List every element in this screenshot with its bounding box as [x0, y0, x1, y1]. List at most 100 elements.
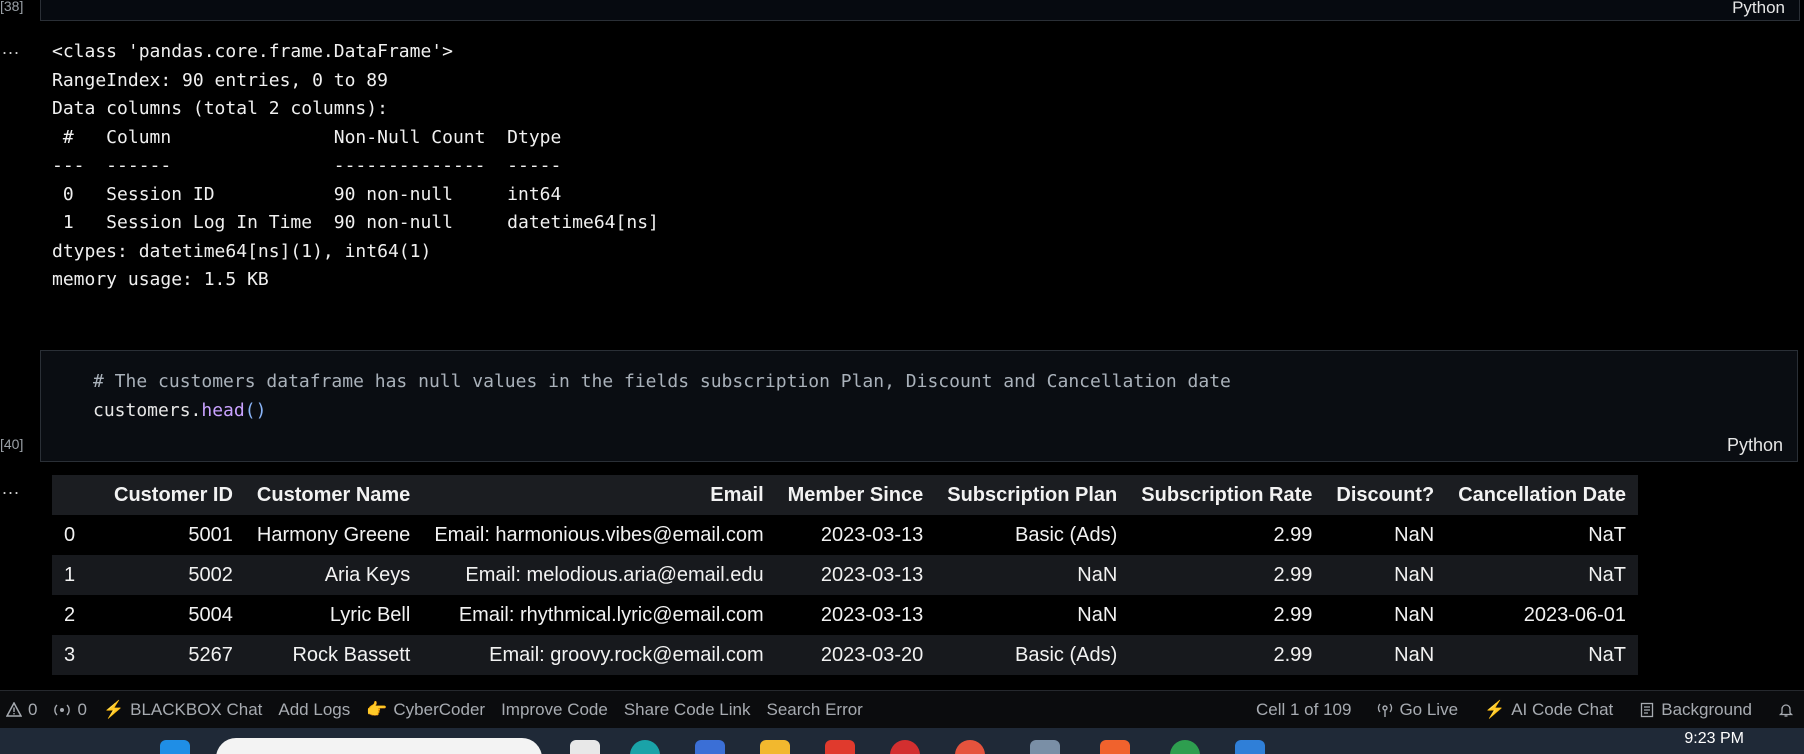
- status-bar-right: Cell 1 of 109 Go Live ⚡ AI Code Chat Bac…: [1230, 700, 1804, 720]
- column-header: [52, 475, 102, 515]
- table-cell: 2.99: [1273, 603, 1313, 626]
- column-header: Subscription Plan: [947, 483, 1118, 506]
- bolt-icon: ⚡: [1484, 700, 1506, 719]
- table-cell: Lyric Bell: [329, 603, 411, 626]
- ai-code-chat-button[interactable]: ⚡ AI Code Chat: [1484, 700, 1613, 720]
- info-output: <class 'pandas.core.frame.DataFrame'> Ra…: [52, 41, 659, 290]
- bell-icon: [1778, 704, 1794, 717]
- app-icon[interactable]: [1030, 740, 1060, 754]
- taskbar: 9:23 PM: [0, 728, 1804, 754]
- output-more-icon[interactable]: ...: [2, 38, 20, 59]
- column-header: Customer Name: [256, 483, 411, 506]
- table-cell: Email: melodious.aria@email.edu: [465, 563, 764, 586]
- output-more-icon[interactable]: ...: [2, 478, 20, 499]
- app-icon[interactable]: [1170, 740, 1200, 754]
- table-cell: NaT: [1588, 523, 1627, 546]
- table-cell: 2.99: [1273, 523, 1313, 546]
- cell-position-indicator[interactable]: Cell 1 of 109: [1256, 700, 1351, 720]
- table-cell: 1: [64, 563, 76, 586]
- table-cell: 2.99: [1273, 563, 1313, 586]
- table-row: 2 5004 Lyric Bell Email: rhythmical.lyri…: [52, 595, 1638, 635]
- table-cell: Email: rhythmical.lyric@email.com: [458, 603, 764, 626]
- table-cell: NaN: [1394, 643, 1435, 666]
- table-cell: 2023-03-13: [820, 563, 924, 586]
- table-cell: 3: [64, 643, 76, 666]
- blackbox-chat-button[interactable]: ⚡ BLACKBOX Chat: [103, 700, 262, 720]
- table-cell: Rock Bassett: [292, 643, 411, 666]
- background-button[interactable]: Background: [1639, 700, 1752, 720]
- windows-start-icon[interactable]: [160, 740, 190, 754]
- table-row: 3 5267 Rock Bassett Email: groovy.rock@e…: [52, 635, 1639, 675]
- table-cell: 5001: [188, 523, 233, 546]
- broadcast-icon: [54, 704, 71, 716]
- bolt-icon: ⚡: [102, 700, 125, 719]
- search-error-button[interactable]: Search Error: [766, 700, 862, 720]
- cybercoder-button[interactable]: 👉 CyberCoder: [366, 700, 485, 720]
- pointing-hand-icon: 👉: [366, 700, 388, 719]
- table-row: 1 5002 Aria Keys Email: melodious.aria@e…: [52, 555, 1639, 595]
- app-icon[interactable]: [1100, 740, 1130, 754]
- table-cell: 2.99: [1273, 643, 1313, 666]
- column-header: Email: [710, 483, 764, 506]
- table-cell: 5002: [188, 563, 233, 586]
- table-cell: NaN: [1077, 603, 1118, 626]
- taskbar-clock[interactable]: 9:23 PM: [1684, 730, 1744, 748]
- folder-icon[interactable]: [760, 740, 790, 754]
- problems-indicator[interactable]: 0: [6, 700, 37, 720]
- code-cell[interactable]: # The customers dataframe has null value…: [40, 350, 1798, 462]
- table-cell: Email: harmonious.vibes@email.com: [434, 523, 764, 546]
- previous-code-cell[interactable]: Python: [40, 0, 1800, 21]
- ports-count: 0: [77, 700, 87, 719]
- table-row: 0 5001 Harmony Greene Email: harmonious.…: [52, 515, 1638, 555]
- table-cell: NaN: [1077, 563, 1118, 586]
- column-header: Subscription Rate: [1141, 483, 1313, 506]
- add-logs-button[interactable]: Add Logs: [278, 700, 350, 720]
- table-cell: Email: groovy.rock@email.com: [489, 643, 764, 666]
- cell-language-label[interactable]: Python: [1727, 435, 1783, 456]
- table-cell: NaN: [1394, 523, 1435, 546]
- table-cell: Basic (Ads): [1015, 643, 1118, 666]
- table-cell: NaT: [1588, 643, 1627, 666]
- status-bar: 0 0 ⚡ BLACKBOX Chat Add Logs 👉 CyberCode…: [0, 690, 1804, 729]
- vscode-icon[interactable]: [1235, 740, 1265, 754]
- share-code-link-button[interactable]: Share Code Link: [624, 700, 751, 720]
- column-header: Discount?: [1336, 483, 1435, 506]
- code-comment[interactable]: # The customers dataframe has null value…: [93, 371, 1231, 392]
- column-header: Member Since: [787, 483, 924, 506]
- ports-indicator[interactable]: 0: [53, 700, 87, 720]
- code-statement[interactable]: customers.head(): [93, 400, 266, 421]
- table-cell: NaT: [1588, 563, 1627, 586]
- warning-icon: [6, 702, 22, 717]
- cell-language-label[interactable]: Python: [1732, 0, 1785, 18]
- file-icon[interactable]: [570, 740, 600, 754]
- edge-browser-icon[interactable]: [630, 740, 660, 754]
- app-icon[interactable]: [890, 740, 920, 754]
- column-header: Cancellation Date: [1458, 483, 1627, 506]
- notifications-button[interactable]: [1778, 702, 1794, 718]
- table-cell: 2023-03-20: [820, 643, 924, 666]
- app-icon[interactable]: [825, 740, 855, 754]
- table-cell: 2023-03-13: [820, 603, 924, 626]
- taskbar-search-box[interactable]: [216, 738, 542, 754]
- dataframe-output: Customer ID Customer Name Email Member S…: [52, 475, 1639, 675]
- execution-count: [38]: [0, 0, 24, 14]
- table-cell: NaN: [1394, 603, 1435, 626]
- table-cell: 5267: [188, 643, 233, 666]
- table-cell: 5004: [188, 603, 233, 626]
- table-cell: Aria Keys: [324, 563, 411, 586]
- column-header: Customer ID: [114, 483, 233, 506]
- improve-code-button[interactable]: Improve Code: [501, 700, 608, 720]
- table-cell: 2023-06-01: [1523, 603, 1627, 626]
- table-cell: NaN: [1394, 563, 1435, 586]
- app-icon[interactable]: [955, 740, 985, 754]
- app-icon[interactable]: [695, 740, 725, 754]
- execution-count: [40]: [0, 436, 24, 452]
- table-header-row: Customer ID Customer Name Email Member S…: [52, 475, 1639, 515]
- table-cell: 0: [64, 523, 76, 546]
- radio-tower-icon: [1378, 703, 1393, 717]
- go-live-button[interactable]: Go Live: [1377, 700, 1458, 720]
- table-cell: 2023-03-13: [820, 523, 924, 546]
- dataframe-table: Customer ID Customer Name Email Member S…: [52, 475, 1639, 675]
- table-cell: 2: [64, 603, 76, 626]
- warnings-count: 0: [28, 700, 38, 719]
